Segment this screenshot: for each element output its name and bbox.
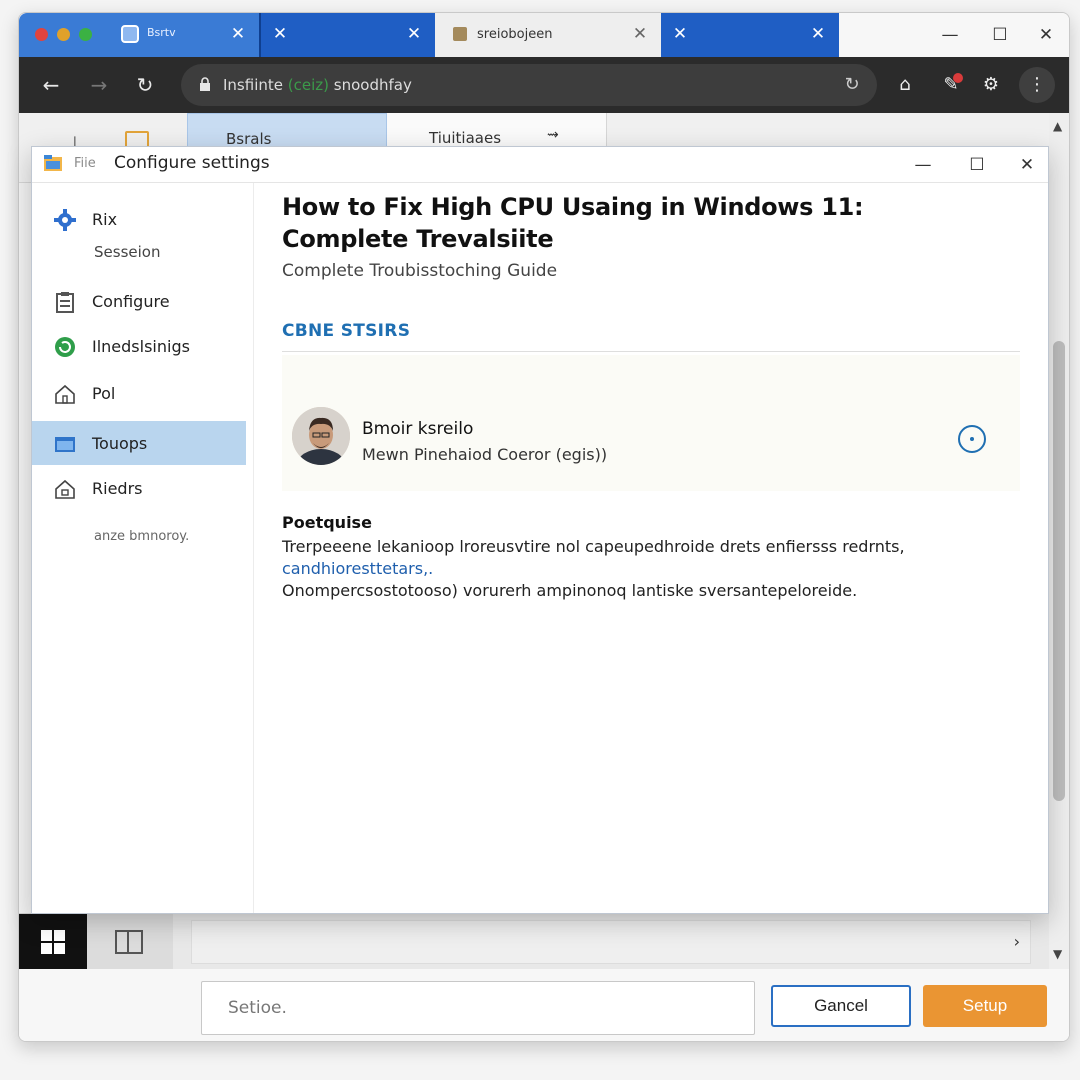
minimize-icon[interactable]: — xyxy=(908,151,938,179)
sidebar-item-touops[interactable]: Touops xyxy=(32,421,246,465)
tab-label: sreiobojeen xyxy=(477,27,553,42)
close-window-dot[interactable] xyxy=(35,28,48,41)
maximize-icon[interactable]: ☐ xyxy=(985,23,1015,47)
tab-label: Bsrtv xyxy=(147,26,176,39)
author-name: Bmoir ksreilo xyxy=(362,419,474,439)
article-subtitle: Complete Troubisstoching Guide xyxy=(282,261,558,281)
house-icon xyxy=(55,479,75,499)
avatar-image xyxy=(292,407,350,465)
dialog-title-bar: Fiie Configure settings — ☐ ✕ xyxy=(32,147,1048,183)
sidebar-item-label: Touops xyxy=(92,434,148,453)
squiggle-icon: ⇝ xyxy=(547,127,559,143)
sidebar-item-label: Ilnedslsinigs xyxy=(92,337,190,356)
tab-close-icon[interactable]: ✕ xyxy=(809,25,827,43)
taskbar-field[interactable]: › xyxy=(191,920,1031,964)
tab-close-icon[interactable]: ✕ xyxy=(271,25,289,43)
body-line: Onompercsostotooso) vorurerh ampinonoq l… xyxy=(282,581,858,600)
url-prefix: Insfiinte xyxy=(223,76,283,94)
gear-icon[interactable]: ⚙ xyxy=(977,71,1005,99)
clipboard-icon xyxy=(56,292,74,313)
sidebar-sub-label[interactable]: Sesseion xyxy=(94,243,160,261)
author-action-icon[interactable] xyxy=(958,425,986,453)
scroll-thumb[interactable] xyxy=(1053,341,1065,801)
tab-strip: Bsrtv ✕ ✕ ✕ sreiobojeen ✕ ✕ ✕ — ☐ ✕ xyxy=(19,13,1069,57)
start-button[interactable] xyxy=(19,914,87,970)
sidebar-item-label: Rix xyxy=(92,210,118,229)
setting-input[interactable]: Setioe. xyxy=(201,981,755,1035)
extension-icon[interactable]: ✎ xyxy=(937,71,965,99)
home-icon xyxy=(55,384,75,404)
zoom-window-dot[interactable] xyxy=(79,28,92,41)
refresh-icon[interactable]: ↻ xyxy=(841,74,863,96)
tab-close-icon[interactable]: ✕ xyxy=(229,25,247,43)
article-pane: How to Fix High CPU Usaing in Windows 11… xyxy=(282,183,1020,913)
article-title: How to Fix High CPU Usaing in Windows 11… xyxy=(282,193,864,253)
url-highlight: (ceiz) xyxy=(287,76,329,94)
minimize-window-dot[interactable] xyxy=(57,28,70,41)
screen: Bsrtv ✕ ✕ ✕ sreiobojeen ✕ ✕ ✕ — ☐ ✕ ← → xyxy=(0,0,1080,1080)
section-heading: CBNE STSIRS xyxy=(282,321,411,341)
app-icon xyxy=(44,155,62,171)
url-rest: snoodhfay xyxy=(333,76,412,94)
more-menu-icon[interactable]: ⋮ xyxy=(1019,67,1055,103)
section-divider xyxy=(282,351,1020,352)
address-bar[interactable]: Insfiinte (ceiz) snoodhfay ↻ xyxy=(181,64,877,106)
maximize-icon[interactable]: ☐ xyxy=(962,151,992,179)
notification-badge xyxy=(953,73,963,83)
navigation-bar: ← → ↻ Insfiinte (ceiz) snoodhfay ↻ ⌂ ✎ ⚙… xyxy=(19,57,1069,113)
tab-2[interactable]: ✕ ✕ xyxy=(259,13,435,57)
sidebar-item-label: Riedrs xyxy=(92,479,143,498)
tab-favicon-icon xyxy=(453,27,467,41)
configure-settings-dialog: Fiie Configure settings — ☐ ✕ Rix Sessei… xyxy=(31,146,1049,914)
dialog-sidebar: Rix Sesseion Configure Ilnedslsinigs Pol… xyxy=(32,183,254,913)
dialog-title: Configure settings xyxy=(114,153,270,173)
sidebar-item-ilnedslsinigs[interactable]: Ilnedslsinigs xyxy=(32,324,246,368)
chevron-right-icon[interactable]: › xyxy=(1014,932,1020,951)
taskbar: › xyxy=(19,913,1049,970)
task-view-button[interactable] xyxy=(87,914,173,970)
scroll-up-icon[interactable]: ▲ xyxy=(1053,119,1062,133)
author-role: Mewn Pinehaiod Coeror (egis)) xyxy=(362,445,608,464)
sidebar-item-label: Pol xyxy=(92,384,116,403)
sidebar-item-riedrs[interactable]: Riedrs xyxy=(32,466,246,510)
setup-button[interactable]: Setup xyxy=(923,985,1047,1027)
sidebar-item-pol[interactable]: Pol xyxy=(32,371,246,415)
bottom-action-bar: Setioe. Gancel Setup xyxy=(19,969,1069,1041)
folder-icon xyxy=(55,437,75,452)
close-icon[interactable]: ✕ xyxy=(1031,23,1061,47)
forward-arrow-icon[interactable]: → xyxy=(85,71,113,99)
lock-icon xyxy=(200,77,210,91)
body-heading: Poetquise xyxy=(282,513,372,532)
tab-favicon-icon xyxy=(121,25,139,43)
author-card: Bmoir ksreilo Mewn Pinehaiod Coeror (egi… xyxy=(282,355,1020,491)
tab-close-icon[interactable]: ✕ xyxy=(631,25,649,43)
gear-icon xyxy=(54,209,76,231)
back-arrow-icon[interactable]: ← xyxy=(37,71,65,99)
tab-1[interactable]: Bsrtv ✕ xyxy=(19,13,259,57)
sidebar-item-rix[interactable]: Rix xyxy=(32,197,246,241)
close-icon[interactable]: ✕ xyxy=(1012,151,1042,179)
sidebar-item-configure[interactable]: Configure xyxy=(32,279,246,323)
task-view-icon xyxy=(115,930,143,954)
sidebar-item-label: Configure xyxy=(92,292,170,311)
ribbon-tab-label: Tiuitiaaes xyxy=(429,129,502,147)
body-line: Trerpeeene lekanioop lroreusvtire nol ca… xyxy=(282,537,905,556)
sidebar-footer: anze bmnoroy. xyxy=(94,529,190,544)
tab-close-icon[interactable]: ✕ xyxy=(671,25,689,43)
refresh-icon xyxy=(55,337,75,357)
app-name: Fiie xyxy=(74,156,96,171)
home-icon[interactable]: ⌂ xyxy=(891,71,919,99)
minimize-icon[interactable]: — xyxy=(935,23,965,47)
tab-3[interactable]: sreiobojeen ✕ xyxy=(435,13,661,57)
scrollbar[interactable]: ▲ ▼ xyxy=(1049,113,1069,973)
reload-icon[interactable]: ↻ xyxy=(131,71,159,99)
url-text[interactable]: Insfiinte (ceiz) snoodhfay xyxy=(223,76,412,94)
cancel-button[interactable]: Gancel xyxy=(771,985,911,1027)
body-link[interactable]: candhioresttetars,. xyxy=(282,559,433,578)
avatar xyxy=(292,407,350,465)
scroll-down-icon[interactable]: ▼ xyxy=(1053,947,1062,961)
tab-4[interactable]: ✕ ✕ xyxy=(661,13,839,57)
tab-close-icon[interactable]: ✕ xyxy=(405,25,423,43)
windows-logo-icon xyxy=(41,930,65,954)
